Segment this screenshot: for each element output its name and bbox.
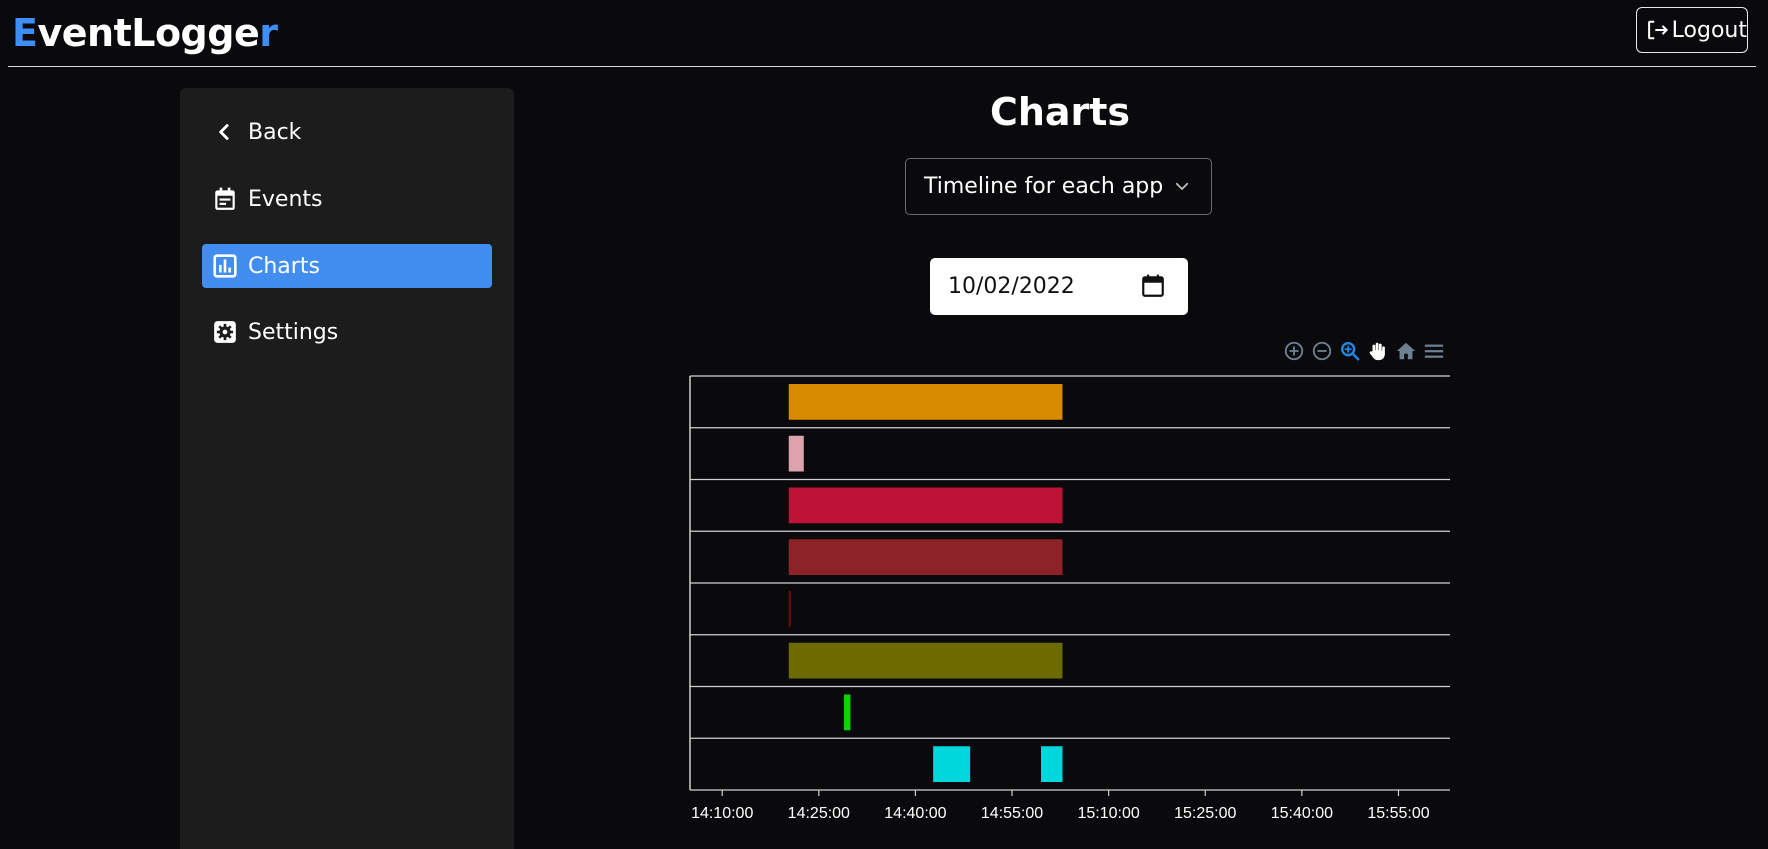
header-divider (8, 66, 1756, 67)
zoom-out-icon[interactable] (1310, 339, 1334, 363)
sidebar-item-events[interactable]: Events (202, 177, 492, 221)
x-tick-label: 14:25:00 (788, 805, 850, 822)
chart-toolbar (1282, 338, 1446, 364)
brand-letter-middle: ventLogge (37, 11, 260, 55)
timeline-bar-0[interactable] (788, 384, 1063, 420)
sidebar-item-charts[interactable]: Charts (202, 244, 492, 288)
x-tick-label: 15:25:00 (1174, 805, 1236, 822)
sidebar-item-label: Charts (248, 253, 320, 279)
timeline-bar-4[interactable] (788, 591, 791, 627)
x-tick-label: 14:40:00 (884, 805, 946, 822)
logout-icon (1648, 20, 1669, 40)
timeline-bar-7[interactable] (933, 746, 971, 782)
date-input-value: 10/02/2022 (948, 274, 1075, 299)
timeline-bar-6[interactable] (844, 694, 851, 731)
timeline-bar-2[interactable] (788, 487, 1063, 524)
page-title: Charts (989, 90, 1131, 134)
x-tick-label: 14:55:00 (981, 805, 1043, 822)
selection-zoom-icon[interactable] (1338, 339, 1362, 363)
sidebar-item-label: Settings (248, 319, 339, 345)
logout-label: Logout (1671, 17, 1747, 43)
brand-letter-first: E (12, 11, 38, 55)
chevron-down-icon (1175, 182, 1189, 190)
x-tick-label: 15:10:00 (1078, 805, 1140, 822)
x-tick-label: 15:40:00 (1271, 805, 1333, 822)
x-tick-label: 14:10:00 (691, 805, 753, 822)
brand-letter-last: r (259, 11, 278, 55)
brand-logo: EventLogger (12, 8, 278, 58)
calendar-picker-icon[interactable] (1140, 272, 1166, 300)
sidebar-item-label: Events (248, 186, 323, 212)
chart-type-select[interactable]: Timeline for each app (905, 158, 1212, 215)
home-reset-icon[interactable] (1394, 339, 1418, 363)
sidebar: Back Events Charts Settings (180, 88, 514, 849)
chart-type-select-value: Timeline for each app (924, 174, 1164, 199)
sidebar-item-back[interactable]: Back (202, 110, 492, 154)
timeline-bar-8[interactable] (1041, 746, 1063, 782)
top-bar: EventLogger Logout (0, 0, 1768, 67)
x-tick-label: 15:55:00 (1367, 805, 1429, 822)
sidebar-item-settings[interactable]: Settings (202, 310, 492, 354)
menu-icon[interactable] (1422, 339, 1446, 363)
gear-icon (214, 321, 236, 343)
bar-chart-icon (213, 254, 237, 278)
timeline-bar-5[interactable] (788, 642, 1063, 679)
calendar-icon (215, 187, 235, 210)
timeline-bar-1[interactable] (788, 435, 804, 472)
sidebar-item-label: Back (248, 119, 302, 145)
logout-button[interactable]: Logout (1636, 7, 1748, 53)
date-input[interactable]: 10/02/2022 (930, 258, 1188, 315)
pan-hand-icon[interactable] (1366, 339, 1390, 363)
zoom-in-icon[interactable] (1282, 339, 1306, 363)
chevron-left-icon (219, 124, 229, 140)
timeline-bar-3[interactable] (788, 539, 1063, 575)
app-timeline-chart[interactable]: 14:10:00 14:25:00 14:40:00 14:55:00 15:10:00… (670, 370, 1460, 830)
